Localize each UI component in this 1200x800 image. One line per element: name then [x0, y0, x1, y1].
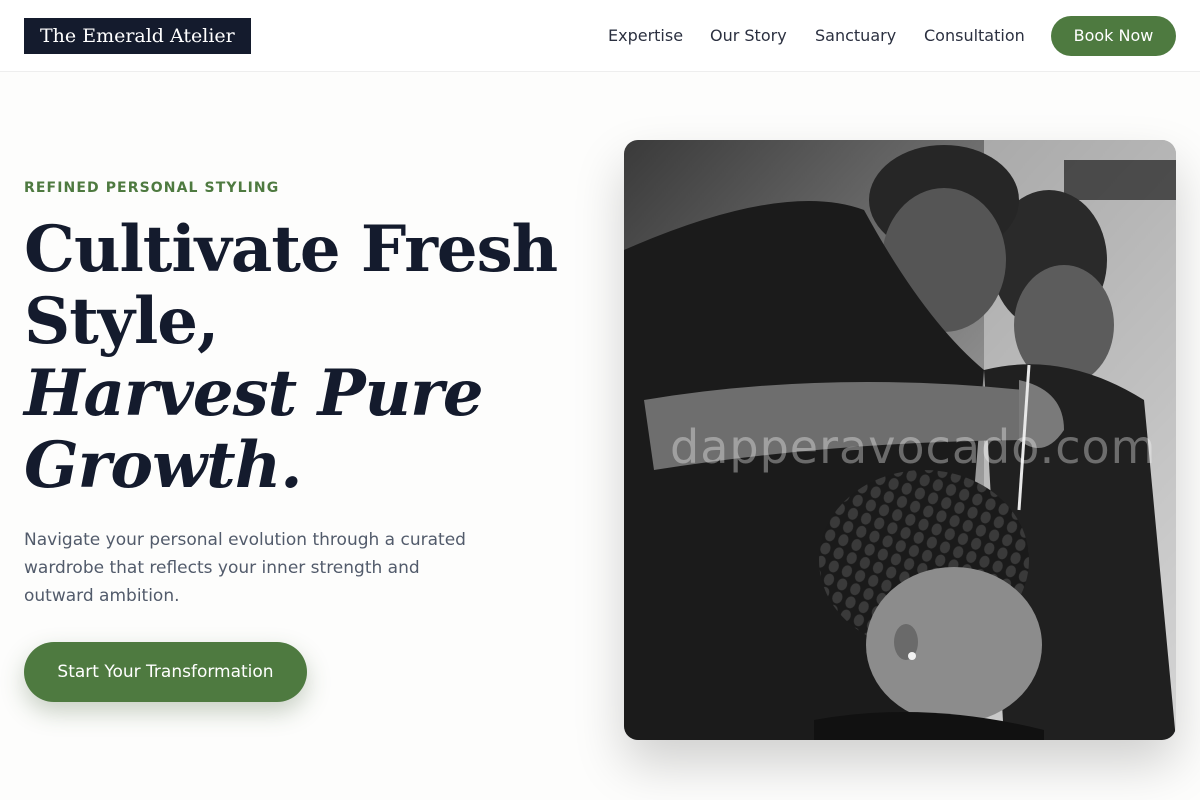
hero-headline: Cultivate Fresh Style, Harvest Pure Grow…	[24, 212, 558, 503]
hero-description: Navigate your personal evolution through…	[24, 530, 466, 606]
nav-link-sanctuary[interactable]: Sanctuary	[815, 26, 896, 46]
nav-link-our-story[interactable]: Our Story	[710, 26, 787, 46]
hero-photo: dapperavocado.com	[624, 140, 1176, 740]
photo-watermark: dapperavocado.com	[670, 420, 1157, 474]
site-header: The Emerald Atelier Expertise Our Story …	[0, 0, 1200, 72]
hero-eyebrow: REFINED PERSONAL STYLING	[24, 180, 280, 196]
book-now-button[interactable]: Book Now	[1051, 16, 1176, 56]
nav-link-consultation[interactable]: Consultation	[924, 26, 1025, 46]
headline-line-3: Harvest Pure	[24, 356, 484, 431]
headline-line-1: Cultivate Fresh	[24, 212, 558, 287]
headline-line-2: Style,	[24, 284, 219, 359]
headline-line-4: Growth.	[24, 428, 303, 503]
start-transformation-button[interactable]: Start Your Transformation	[24, 642, 307, 702]
nav-link-expertise[interactable]: Expertise	[608, 26, 683, 46]
brand-logo[interactable]: The Emerald Atelier	[24, 18, 251, 54]
